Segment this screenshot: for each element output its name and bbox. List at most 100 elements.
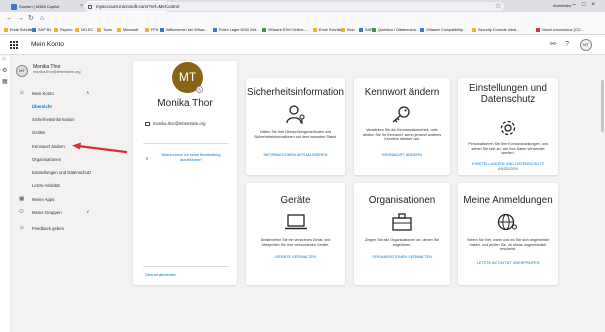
apps-grid-icon: ▦ xyxy=(19,196,25,202)
home-icon[interactable]: ⌂ xyxy=(40,14,44,23)
tile-title: Geräte xyxy=(280,195,311,206)
sidebar-item-my-groups[interactable]: Meine Gruppen xyxy=(32,210,62,215)
tile-title: Sicherheitsinformation xyxy=(247,87,344,98)
person-key-icon xyxy=(285,105,305,124)
bookmark-item[interactable]: VMware Compatibility... xyxy=(420,26,466,34)
tile-settings-privacy[interactable]: Einstellungen und Datenschutz Personalis… xyxy=(458,78,558,175)
bookmark-item[interactable]: Polen Lager 6000 Zeil... xyxy=(213,26,259,34)
feedback-icon: ☺ xyxy=(19,225,25,231)
bookmark-item[interactable]: SAP xyxy=(359,26,373,34)
tile-description: Personalisieren Sie Ihre Kontoeinstellun… xyxy=(468,142,548,156)
window-controls[interactable]: –□× xyxy=(573,0,601,11)
sidebar-item-organizations[interactable]: Organisationen xyxy=(32,157,61,162)
divider xyxy=(143,143,229,144)
divider xyxy=(143,266,229,267)
tile-description: Sehen Sie hier, wann und wo Sie sich ang… xyxy=(467,238,549,252)
tile-title: Meine Anmeldungen xyxy=(463,195,553,206)
bookmark-item[interactable]: Erste Schritte xyxy=(313,26,342,34)
tile-devices[interactable]: Geräte Deaktivieren Sie ein verlorenes G… xyxy=(246,183,345,285)
globe-person-icon xyxy=(497,213,517,231)
org-switch-icon[interactable]: ⚯ xyxy=(550,40,556,50)
manage-devices-link[interactable]: GERÄTE VERWALTEN xyxy=(250,254,341,260)
sidebar-item-my-apps[interactable]: Meine Apps xyxy=(32,197,54,202)
tile-description: Verstärken Sie die Kennwortsicherheit, o… xyxy=(362,128,442,142)
sign-out-everywhere-link[interactable]: Überall abmelden xyxy=(145,272,176,277)
sidebar-item-devices[interactable]: Geräte xyxy=(32,130,45,135)
chevron-up-icon[interactable]: ∧ xyxy=(86,90,89,96)
bookmark-item[interactable]: Security Console Infrai... xyxy=(472,26,519,34)
view-settings-privacy-link[interactable]: EINSTELLUNGEN UND DATENSCHUTZ ANZEIGEN xyxy=(462,161,554,172)
tile-title: Organisationen xyxy=(368,195,436,206)
tile-description: Deaktivieren Sie ein verlorenes Gerät, u… xyxy=(260,238,331,247)
browser-tab-copilot[interactable]: Suchen | M365 Copilot × xyxy=(8,1,86,12)
bookmark-item[interactable]: Tools xyxy=(97,26,112,34)
profile-email: monika.thor@lebenstein.org xyxy=(153,121,206,126)
laptop-icon xyxy=(284,214,307,230)
rail-apps-icon[interactable]: ▦ xyxy=(2,78,8,85)
tile-title: Kennwort ändern xyxy=(364,87,440,98)
forward-arrow-icon[interactable]: → xyxy=(17,14,24,23)
close-tab-icon[interactable]: × xyxy=(80,1,83,12)
bookmark-item[interactable]: Novel coronavirus (CO... xyxy=(536,26,584,34)
mail-icon xyxy=(145,122,150,126)
tile-description: Zeigen Sie alle Organisationen an, denen… xyxy=(364,238,440,247)
sidebar-user-email: monika.thor@lebenstein.org xyxy=(33,70,81,74)
rail-settings-icon[interactable]: ⚙ xyxy=(2,67,7,74)
left-rail: ⌂ ⚙ ▦ xyxy=(0,56,11,332)
red-annotation-arrow xyxy=(72,142,128,154)
bookmark-item[interactable]: VMware ESXi Online-... xyxy=(262,26,308,34)
bookmark-star-icon[interactable]: ☆ xyxy=(495,2,501,10)
bookmarks-bar: Erste Schritte SAP B1 Psycho NO-EC Tools… xyxy=(0,25,605,35)
sidebar-item-security-info[interactable]: Sicherheitsinformation xyxy=(32,117,75,122)
tile-organizations[interactable]: Organisationen Zeigen Sie alle Organisat… xyxy=(354,183,450,285)
address-bar[interactable]: myaccount.microsoft.com/?ref=MeControl xyxy=(84,2,504,11)
bookmark-item[interactable]: NO-EC xyxy=(75,26,93,34)
key-icon xyxy=(392,106,410,123)
app-header xyxy=(0,35,605,55)
sidebar-item-overview[interactable]: Übersicht xyxy=(32,104,52,109)
browser-toolbar: ← → ↻ ⌂ xyxy=(0,12,605,25)
profile-card xyxy=(133,61,237,285)
account-icon: ☺ xyxy=(19,90,25,96)
why-cant-edit-link[interactable]: Warum kann ich keine Bearbeitung durchfü… xyxy=(151,153,231,163)
tile-change-password[interactable]: Kennwort ändern Verstärken Sie die Kennw… xyxy=(354,78,450,175)
tile-title: Einstellungen und Datenschutz xyxy=(469,83,547,105)
copilot-favicon-icon xyxy=(11,4,17,10)
sidebar-item-settings-privacy[interactable]: Einstellungen und Datenschutz xyxy=(32,170,91,175)
change-password-link[interactable]: KENNWORT ÄNDERN xyxy=(358,152,446,158)
tile-security-info[interactable]: Sicherheitsinformation Halten Sie Ihre Ü… xyxy=(246,78,345,175)
reload-icon[interactable]: ↻ xyxy=(28,14,34,23)
camera-edit-icon[interactable]: ✎ xyxy=(196,86,203,93)
sidebar-item-change-password[interactable]: Kennwort ändern xyxy=(32,144,65,149)
review-recent-activity-link[interactable]: LETZTE AKTIVITÄT ÜBERPRÜFEN xyxy=(462,260,554,266)
scrollbar-thumb[interactable] xyxy=(601,80,604,132)
bookmark-item[interactable]: Kido xyxy=(341,26,355,34)
bookmark-item[interactable]: FFH xyxy=(145,26,158,34)
help-icon[interactable]: ? xyxy=(565,40,569,50)
sidebar-item-recent-activity[interactable]: Letzte Aktivität xyxy=(32,183,60,188)
rail-home-icon[interactable]: ⌂ xyxy=(2,56,6,62)
bookmark-item[interactable]: Willkommen bei VMwa... xyxy=(160,26,208,34)
bookmark-item[interactable]: Microsoft xyxy=(117,26,138,34)
briefcase-icon xyxy=(392,213,412,231)
chevron-down-icon[interactable]: ∨ xyxy=(145,156,149,162)
bookmark-item[interactable]: Psycho xyxy=(54,26,72,34)
update-info-link[interactable]: INFORMATIONEN AKTUALISIEREN xyxy=(250,152,341,158)
feedback-link[interactable]: Feedback geben xyxy=(32,226,64,231)
sidebar-section-my-account[interactable]: Mein Konto xyxy=(32,91,54,96)
lock-icon[interactable] xyxy=(88,4,92,9)
app-title[interactable]: Mein Konto xyxy=(31,39,64,51)
bookmark-item[interactable]: Erste Schritte xyxy=(4,26,33,34)
tile-my-sign-ins[interactable]: Meine Anmeldungen Sehen Sie hier, wann u… xyxy=(458,183,558,285)
sidebar xyxy=(11,56,117,332)
app-launcher-waffle-icon[interactable] xyxy=(10,41,18,49)
header-avatar[interactable]: MT xyxy=(580,39,592,51)
bookmark-item[interactable]: Questico / Gästemana... xyxy=(372,26,419,34)
bookmark-item[interactable]: SAP B1 xyxy=(32,26,51,34)
chevron-down-icon[interactable]: ∨ xyxy=(86,209,89,215)
groups-icon: ⚇ xyxy=(19,209,24,215)
tile-description: Halten Sie Ihre Überprüfungsmethoden und… xyxy=(254,130,337,139)
browser-account-button[interactable]: Anmelden xyxy=(553,3,571,8)
back-arrow-icon[interactable]: ← xyxy=(6,14,13,23)
manage-organizations-link[interactable]: ORGANISATIONEN VERWALTEN xyxy=(358,254,446,260)
